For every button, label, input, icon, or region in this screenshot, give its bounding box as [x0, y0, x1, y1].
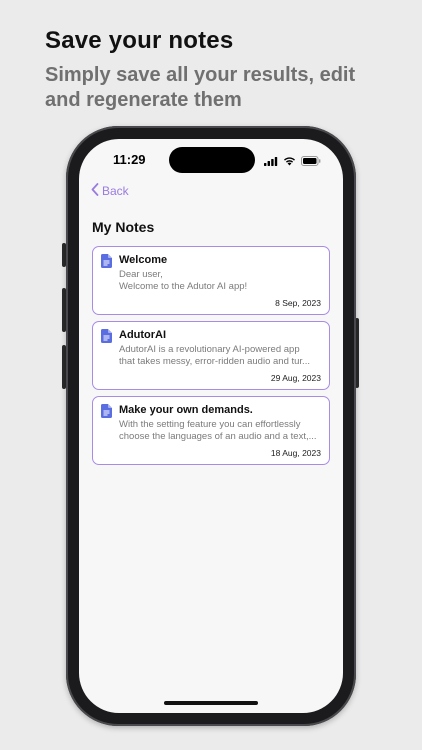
- home-indicator[interactable]: [164, 701, 258, 705]
- note-date: 29 Aug, 2023: [270, 373, 321, 383]
- document-icon: [101, 254, 112, 273]
- note-card[interactable]: Welcome Dear user, Welcome to the Adutor…: [92, 246, 330, 315]
- dynamic-island: [169, 147, 255, 173]
- note-preview: Dear user, Welcome to the Adutor AI app!: [119, 269, 321, 293]
- signal-icon: [264, 153, 278, 171]
- status-time: 11:29: [113, 152, 146, 167]
- note-preview-line: With the setting feature you can effortl…: [119, 419, 301, 430]
- note-date: 8 Sep, 2023: [275, 298, 321, 308]
- phone-screen: 11:29 Back My Notes Welcome Dear user, W…: [79, 139, 343, 713]
- promo-subtitle: Simply save all your results, edit and r…: [45, 64, 356, 111]
- note-preview-line: Dear user,: [119, 269, 163, 280]
- note-preview-line: that takes messy, error-ridden audio and…: [119, 356, 310, 367]
- battery-icon: [301, 153, 321, 171]
- phone-frame: 11:29 Back My Notes Welcome Dear user, W…: [66, 126, 356, 726]
- document-icon: [101, 404, 112, 423]
- note-title: Welcome: [119, 254, 168, 266]
- page-title: My Notes: [92, 219, 155, 235]
- back-label: Back: [102, 184, 129, 198]
- note-preview: AdutorAI is a revolutionary AI-powered a…: [119, 344, 321, 368]
- note-title: Make your own demands.: [119, 404, 253, 416]
- note-title: AdutorAI: [119, 329, 167, 341]
- note-card[interactable]: AdutorAI AdutorAI is a revolutionary AI-…: [92, 321, 330, 390]
- note-date: 18 Aug, 2023: [270, 448, 321, 458]
- note-preview: With the setting feature you can effortl…: [119, 419, 321, 443]
- back-button[interactable]: Back: [91, 183, 129, 199]
- note-preview-line: Welcome to the Adutor AI app!: [119, 281, 248, 292]
- document-icon: [101, 329, 112, 348]
- note-preview-line: AdutorAI is a revolutionary AI-powered a…: [119, 344, 300, 355]
- status-icons: [264, 153, 321, 171]
- notes-list: Welcome Dear user, Welcome to the Adutor…: [92, 246, 330, 471]
- note-card[interactable]: Make your own demands. With the setting …: [92, 396, 330, 465]
- promo-title: Save your notes: [45, 27, 234, 54]
- wifi-icon: [283, 153, 296, 171]
- note-preview-line: choose the languages of an audio and a t…: [119, 431, 317, 442]
- chevron-left-icon: [91, 183, 99, 199]
